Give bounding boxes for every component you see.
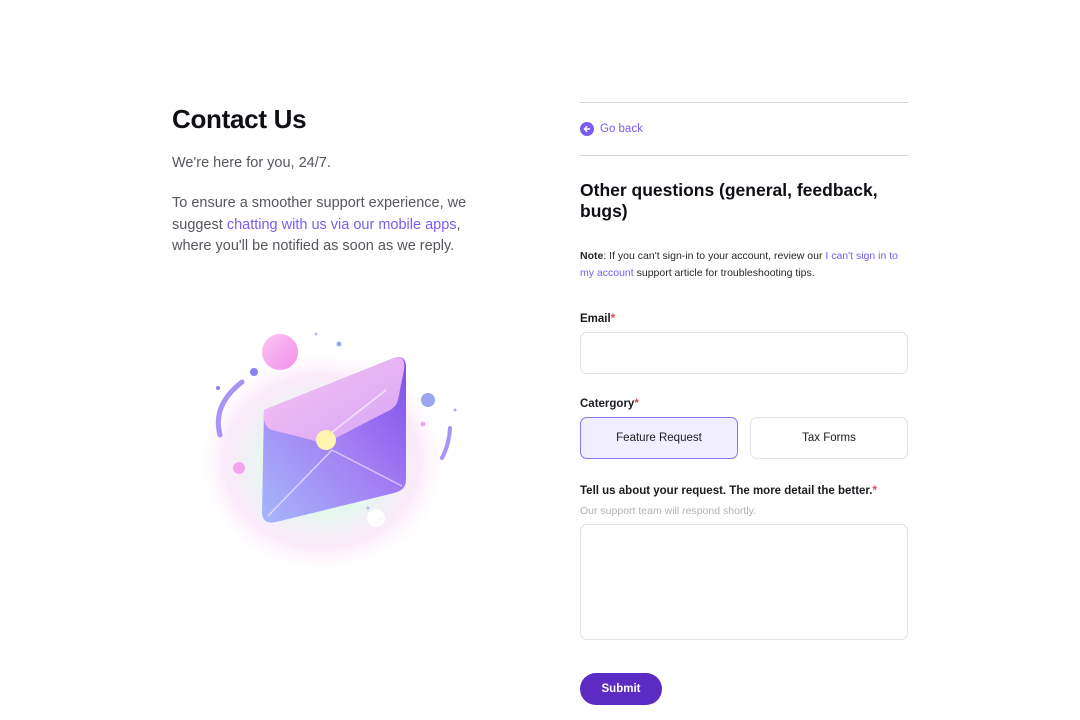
- note-text-end: support article for troubleshooting tips…: [633, 267, 815, 279]
- category-options: Feature Request Tax Forms: [580, 417, 908, 459]
- request-helper-text: Our support team will respond shortly.: [580, 505, 757, 517]
- request-details-label-text: Tell us about your request. The more det…: [580, 485, 873, 497]
- envelope-illustration: [172, 290, 472, 590]
- email-label-text: Email: [580, 313, 611, 325]
- required-marker: *: [872, 485, 877, 497]
- note-label: Note: [580, 250, 604, 262]
- required-marker: *: [610, 313, 616, 325]
- intro-paragraph: To ensure a smoother support experience,…: [172, 193, 502, 258]
- request-details-label: Tell us about your request. The more det…: [580, 485, 908, 497]
- go-back-link[interactable]: Go back: [580, 103, 908, 155]
- page-title: Contact Us: [172, 104, 307, 134]
- category-option-tax-forms[interactable]: Tax Forms: [750, 417, 908, 459]
- divider-bottom: [580, 155, 908, 156]
- go-back-label[interactable]: Go back: [600, 123, 643, 135]
- sign-in-note: Note: If you can't sign-in to your accou…: [580, 248, 908, 282]
- contact-intro: Contact Us We're here for you, 24/7. To …: [172, 104, 512, 258]
- email-label: Email*: [580, 313, 908, 325]
- submit-button[interactable]: Submit: [580, 673, 662, 705]
- availability-text: We're here for you, 24/7.: [172, 155, 331, 171]
- category-label-text: Catergory: [580, 398, 635, 410]
- note-text-start: : If you can't sign-in to your account, …: [603, 250, 826, 262]
- form-title: Other questions (general, feedback, bugs…: [580, 180, 878, 221]
- envelope-icon: [192, 332, 457, 565]
- required-marker: *: [634, 398, 639, 410]
- category-label: Catergory*: [580, 398, 908, 410]
- contact-form-panel: Go back Other questions (general, feedba…: [580, 102, 908, 705]
- email-field[interactable]: [580, 332, 908, 374]
- category-option-feature-request[interactable]: Feature Request: [580, 417, 738, 459]
- mobile-apps-link[interactable]: chatting with us via our mobile apps: [227, 217, 457, 233]
- request-details-textarea[interactable]: [580, 524, 908, 640]
- arrow-left-circle-icon: [580, 122, 594, 136]
